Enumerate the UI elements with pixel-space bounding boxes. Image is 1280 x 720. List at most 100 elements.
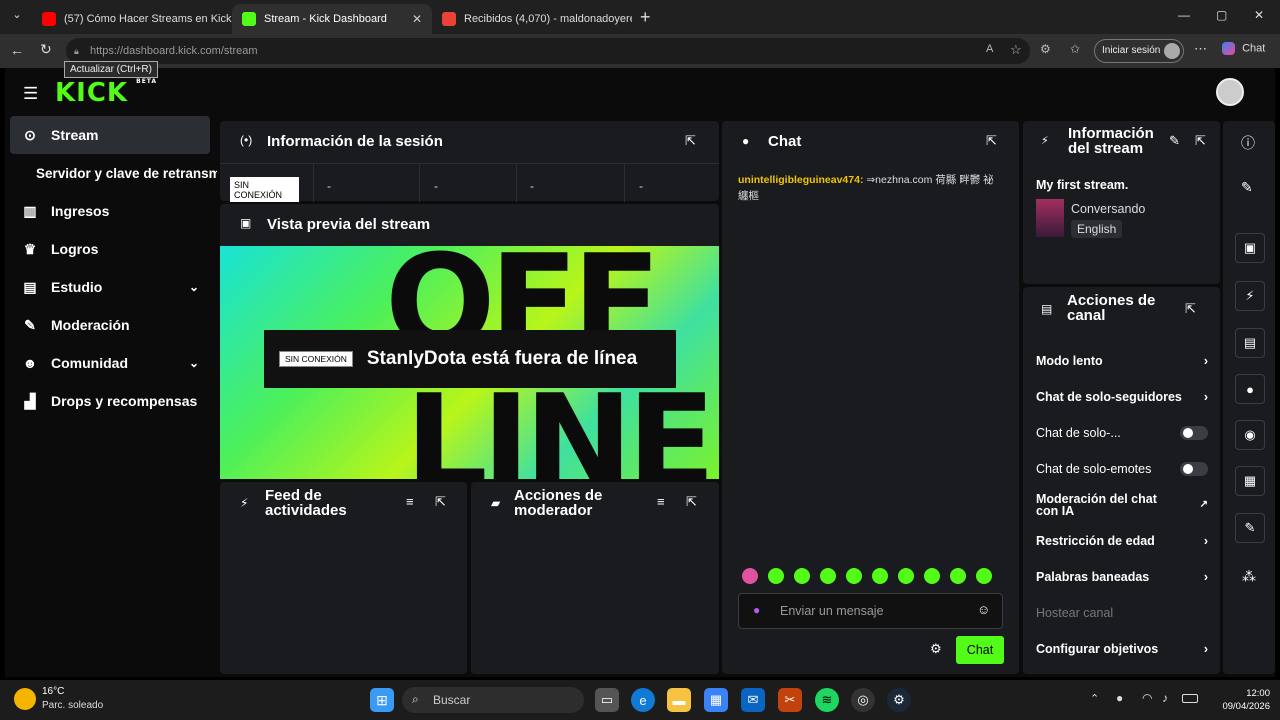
sidebar-item-drops[interactable]: ▟ Drops y recompensas	[5, 382, 217, 420]
emote-icon[interactable]	[846, 568, 862, 584]
expand-icon[interactable]: ⇱	[1185, 301, 1196, 317]
studio-icon: ▤	[23, 278, 37, 295]
expand-icon[interactable]: ⇱	[1195, 133, 1206, 149]
expand-icon[interactable]: ⇱	[986, 133, 997, 149]
action-age-restriction[interactable]: Restricción de edad ›	[1036, 523, 1208, 559]
channel-title-line: Acciones de	[1067, 292, 1156, 309]
read-aloud-icon[interactable]: A	[986, 43, 993, 55]
signin-button[interactable]: Iniciar sesión	[1094, 39, 1184, 63]
battery-icon[interactable]	[1182, 694, 1198, 703]
notes-icon[interactable]: ▤	[1235, 328, 1265, 358]
wifi-icon[interactable]: ◠	[1142, 691, 1152, 705]
action-ai-moderation[interactable]: Moderación del chat con IA ↗	[1036, 487, 1208, 523]
expand-icon[interactable]: ⇱	[685, 133, 696, 149]
reload-icon[interactable]: ↻	[40, 41, 52, 58]
volume-icon[interactable]: ♪	[1162, 691, 1168, 705]
favorites-bar-icon[interactable]: ✩	[1070, 42, 1080, 56]
spotify-icon[interactable]: ≋	[815, 688, 839, 712]
taskbar-search[interactable]: ⌕ Buscar	[402, 687, 584, 713]
expand-icon[interactable]: ⇱	[435, 494, 446, 510]
action-followers-only[interactable]: Chat de solo-seguidores ›	[1036, 379, 1208, 415]
emote-icon[interactable]	[794, 568, 810, 584]
action-label: Chat de solo-seguidores	[1036, 390, 1182, 404]
filter-icon[interactable]: ≡	[406, 494, 414, 509]
browser-tab-youtube[interactable]: (57) Cómo Hacer Streams en Kick	[32, 4, 232, 34]
action-label: Chat de solo-emotes	[1036, 462, 1152, 476]
sidebar-item-estudio[interactable]: ▤ Estudio ⌄	[5, 268, 217, 306]
more-icon[interactable]: ⋯	[1194, 41, 1207, 57]
address-bar[interactable]: 🔒︎ https://dashboard.kick.com/stream	[66, 38, 1030, 64]
maximize-button[interactable]: ▢	[1216, 8, 1227, 22]
sidebar-item-comunidad[interactable]: ☻ Comunidad ⌄	[5, 344, 217, 382]
emoji-icon[interactable]: ☺	[977, 602, 990, 617]
browser-tab-gmail[interactable]: Recibidos (4,070) - maldonadoyere ✕	[432, 4, 632, 34]
expand-icon[interactable]: ⇱	[686, 494, 697, 510]
microphone-icon[interactable]: ●	[1116, 691, 1123, 705]
emote-icon[interactable]	[872, 568, 888, 584]
edit-icon[interactable]: ✎	[1169, 133, 1180, 149]
snipping-icon[interactable]: ✂	[778, 688, 802, 712]
windows-start-icon[interactable]: ⊞	[370, 688, 394, 712]
browser-tab-kick[interactable]: Stream - Kick Dashboard ✕	[232, 4, 432, 34]
action-banned-words[interactable]: Palabras baneadas ›	[1036, 559, 1208, 595]
favorite-icon[interactable]: ☆	[1010, 42, 1022, 58]
focus-icon[interactable]: ▣	[1235, 233, 1265, 263]
clock[interactable]: 12:00 09/04/2026	[1212, 687, 1270, 713]
emote-icon[interactable]	[924, 568, 940, 584]
drops-icon[interactable]: ⁂	[1242, 568, 1256, 585]
sidebar-item-moderacion[interactable]: ✎ Moderación	[5, 306, 217, 344]
wrench-icon[interactable]: ✎	[1235, 513, 1265, 543]
category-name[interactable]: Conversando	[1071, 202, 1145, 216]
mic-icon[interactable]: ●	[753, 603, 760, 617]
action-slow-mode[interactable]: Modo lento ›	[1036, 343, 1208, 379]
weather-widget[interactable]: 16°C Parc. soleado	[14, 686, 134, 714]
bolt-icon[interactable]: ⚡︎	[1235, 281, 1265, 311]
bolt-icon: ⚡︎	[1041, 135, 1049, 147]
close-window-button[interactable]: ✕	[1254, 8, 1264, 22]
menu-icon[interactable]: ☰	[23, 84, 38, 104]
emote-icon[interactable]	[742, 568, 758, 584]
emote-icon[interactable]	[768, 568, 784, 584]
task-view-icon[interactable]: ▭	[595, 688, 619, 712]
kick-logo[interactable]: KICK BETA	[55, 78, 157, 108]
filter-icon[interactable]: ≡	[657, 494, 665, 509]
minimize-button[interactable]: —	[1178, 8, 1190, 22]
emote-icon[interactable]	[950, 568, 966, 584]
info-icon[interactable]: ⓘ	[1241, 133, 1255, 153]
emote-icon[interactable]	[976, 568, 992, 584]
user-avatar[interactable]	[1216, 78, 1244, 106]
chat-card: ● Chat ⇱ unintelligibleguineav474: ⇒nezh…	[722, 121, 1019, 674]
broadcast-icon[interactable]: ◉	[1235, 420, 1265, 450]
emote-icon[interactable]	[898, 568, 914, 584]
store-icon[interactable]: ▦	[704, 688, 728, 712]
emotes-only-toggle[interactable]	[1180, 462, 1208, 476]
status-badge-text: SIN CONEXIÓN	[234, 180, 283, 200]
file-explorer-icon[interactable]: ▬	[667, 688, 691, 712]
layout-icon[interactable]: ▦	[1235, 466, 1265, 496]
chat-bubble-icon[interactable]: ●	[1235, 374, 1265, 404]
steam-icon[interactable]: ⚙	[887, 688, 911, 712]
obs-icon[interactable]: ◎	[851, 688, 875, 712]
edge-icon[interactable]: e	[631, 688, 655, 712]
pencil-icon[interactable]: ✎	[1241, 179, 1253, 196]
close-tab-icon[interactable]: ✕	[404, 12, 422, 26]
clock-time: 12:00	[1246, 688, 1270, 699]
tab-list-button[interactable]: ⌄	[8, 8, 26, 26]
sidebar-item-server-key[interactable]: Servidor y clave de retransmisión	[5, 154, 217, 192]
back-icon[interactable]: ←	[10, 42, 24, 58]
chat-settings-icon[interactable]: ⚙	[930, 641, 942, 657]
tray-overflow-icon[interactable]: ⌃	[1090, 692, 1099, 705]
chat-username[interactable]: unintelligibleguineav474:	[738, 174, 863, 186]
outlook-icon[interactable]: ✉	[741, 688, 765, 712]
copilot-button[interactable]: Chat	[1222, 42, 1265, 55]
sidebar-item-stream[interactable]: ⊙ Stream	[10, 116, 210, 154]
send-chat-button[interactable]: Chat	[956, 636, 1004, 664]
action-goals[interactable]: Configurar objetivos ›	[1036, 631, 1208, 667]
extensions-icon[interactable]: ⚙	[1040, 42, 1051, 56]
chat-input[interactable]: ● Enviar un mensaje ☺	[738, 593, 1003, 629]
emote-icon[interactable]	[820, 568, 836, 584]
sidebar-item-logros[interactable]: ♛ Logros	[5, 230, 217, 268]
new-tab-button[interactable]: +	[640, 7, 651, 28]
subs-only-toggle[interactable]	[1180, 426, 1208, 440]
sidebar-item-ingresos[interactable]: ▥ Ingresos	[5, 192, 217, 230]
